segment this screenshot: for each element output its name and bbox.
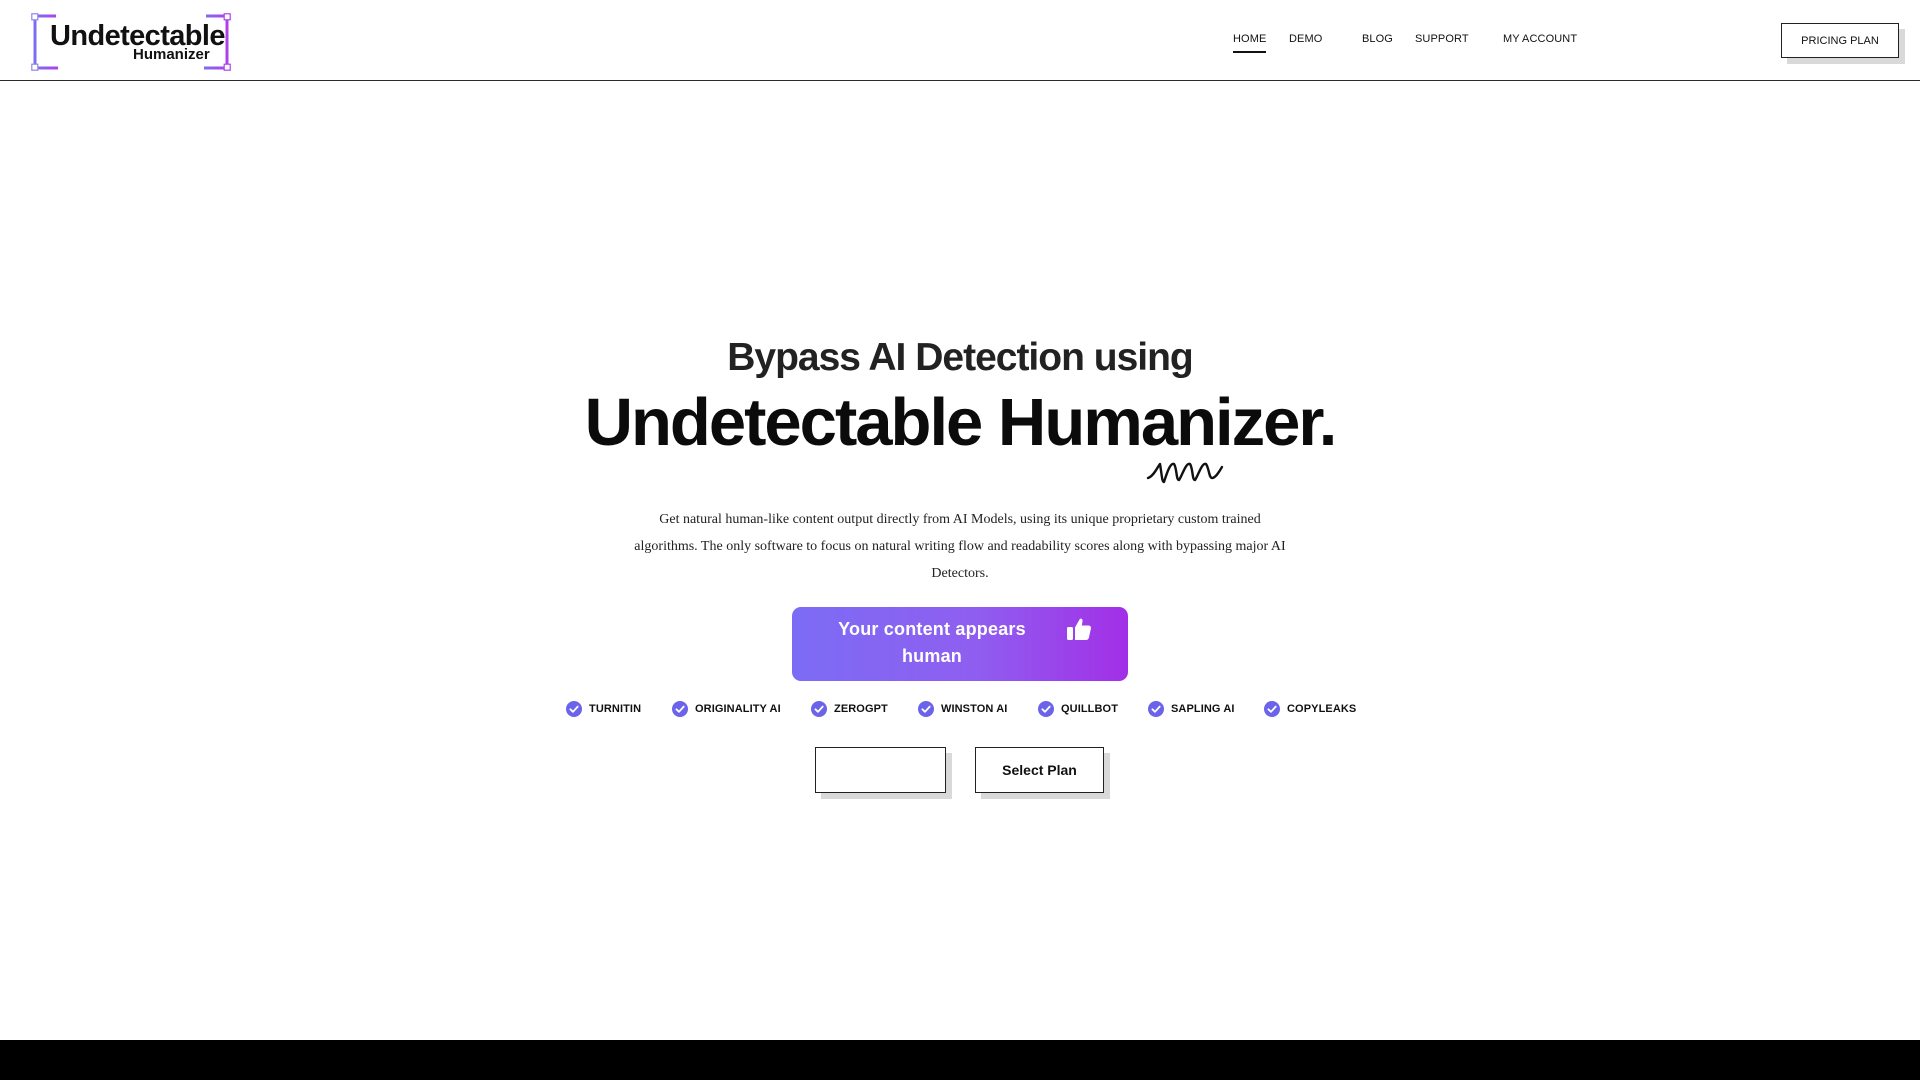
hero-description: Get natural human-like content output di… [634, 512, 1286, 581]
logo-subtitle: Humanizer [133, 46, 210, 63]
detector-label: QUILLBOT [1061, 703, 1119, 715]
check-circle-icon [811, 701, 827, 717]
nav-support[interactable]: SUPPORT [1415, 33, 1469, 45]
primary-cta-button[interactable] [815, 747, 946, 793]
detector-item-winston-ai: WINSTON AI [918, 701, 1007, 717]
detector-label: ZEROGPT [834, 703, 888, 715]
check-circle-icon [918, 701, 934, 717]
select-plan-wrapper: Select Plan [975, 747, 1110, 799]
site-logo[interactable]: Undetectable Humanizer [31, 13, 231, 71]
primary-cta-wrapper [815, 747, 952, 799]
detector-item-turnitin: TURNITIN [566, 701, 641, 717]
thumbs-up-icon [1067, 618, 1091, 640]
detector-item-copyleaks: COPYLEAKS [1264, 701, 1356, 717]
nav-blog[interactable]: BLOG [1362, 33, 1393, 45]
check-circle-icon [1264, 701, 1280, 717]
detector-label: TURNITIN [589, 703, 642, 715]
detector-item-zerogpt: ZEROGPT [811, 701, 888, 717]
content-status-button[interactable]: Your content appears human [792, 607, 1128, 681]
detector-list: TURNITIN ORIGINALITY AI ZEROGPT WINSTON … [0, 701, 1920, 721]
pricing-plan-button[interactable]: PRICING PLAN [1781, 23, 1899, 58]
detector-label: SAPLING AI [1171, 703, 1235, 715]
site-header: Undetectable Humanizer HOME DEMO BLOG SU… [0, 0, 1920, 81]
check-circle-icon [672, 701, 688, 717]
check-circle-icon [1038, 701, 1054, 717]
nav-my-account[interactable]: MY ACCOUNT [1503, 33, 1577, 45]
pricing-plan-wrapper: PRICING PLAN [1781, 23, 1905, 64]
nav-home[interactable]: HOME [1233, 33, 1267, 53]
check-circle-icon [1148, 701, 1164, 717]
detector-label: COPYLEAKS [1287, 703, 1357, 715]
content-status-label: Your content appears human [838, 619, 1026, 666]
hero-title: Undetectable Humanizer. [584, 385, 1338, 460]
squiggle-underline-icon [1146, 462, 1224, 484]
detector-item-sapling-ai: SAPLING AI [1148, 701, 1235, 717]
select-plan-button[interactable]: Select Plan [975, 747, 1104, 793]
detector-item-originality-ai: ORIGINALITY AI [672, 701, 781, 717]
detector-label: WINSTON AI [941, 703, 1008, 715]
detector-item-quillbot: QUILLBOT [1038, 701, 1118, 717]
nav-demo[interactable]: DEMO [1289, 33, 1322, 45]
footer-bar [0, 1040, 1920, 1080]
detector-label: ORIGINALITY AI [695, 703, 781, 715]
check-circle-icon [566, 701, 582, 717]
hero-subtitle: Bypass AI Detection using [727, 336, 1194, 379]
